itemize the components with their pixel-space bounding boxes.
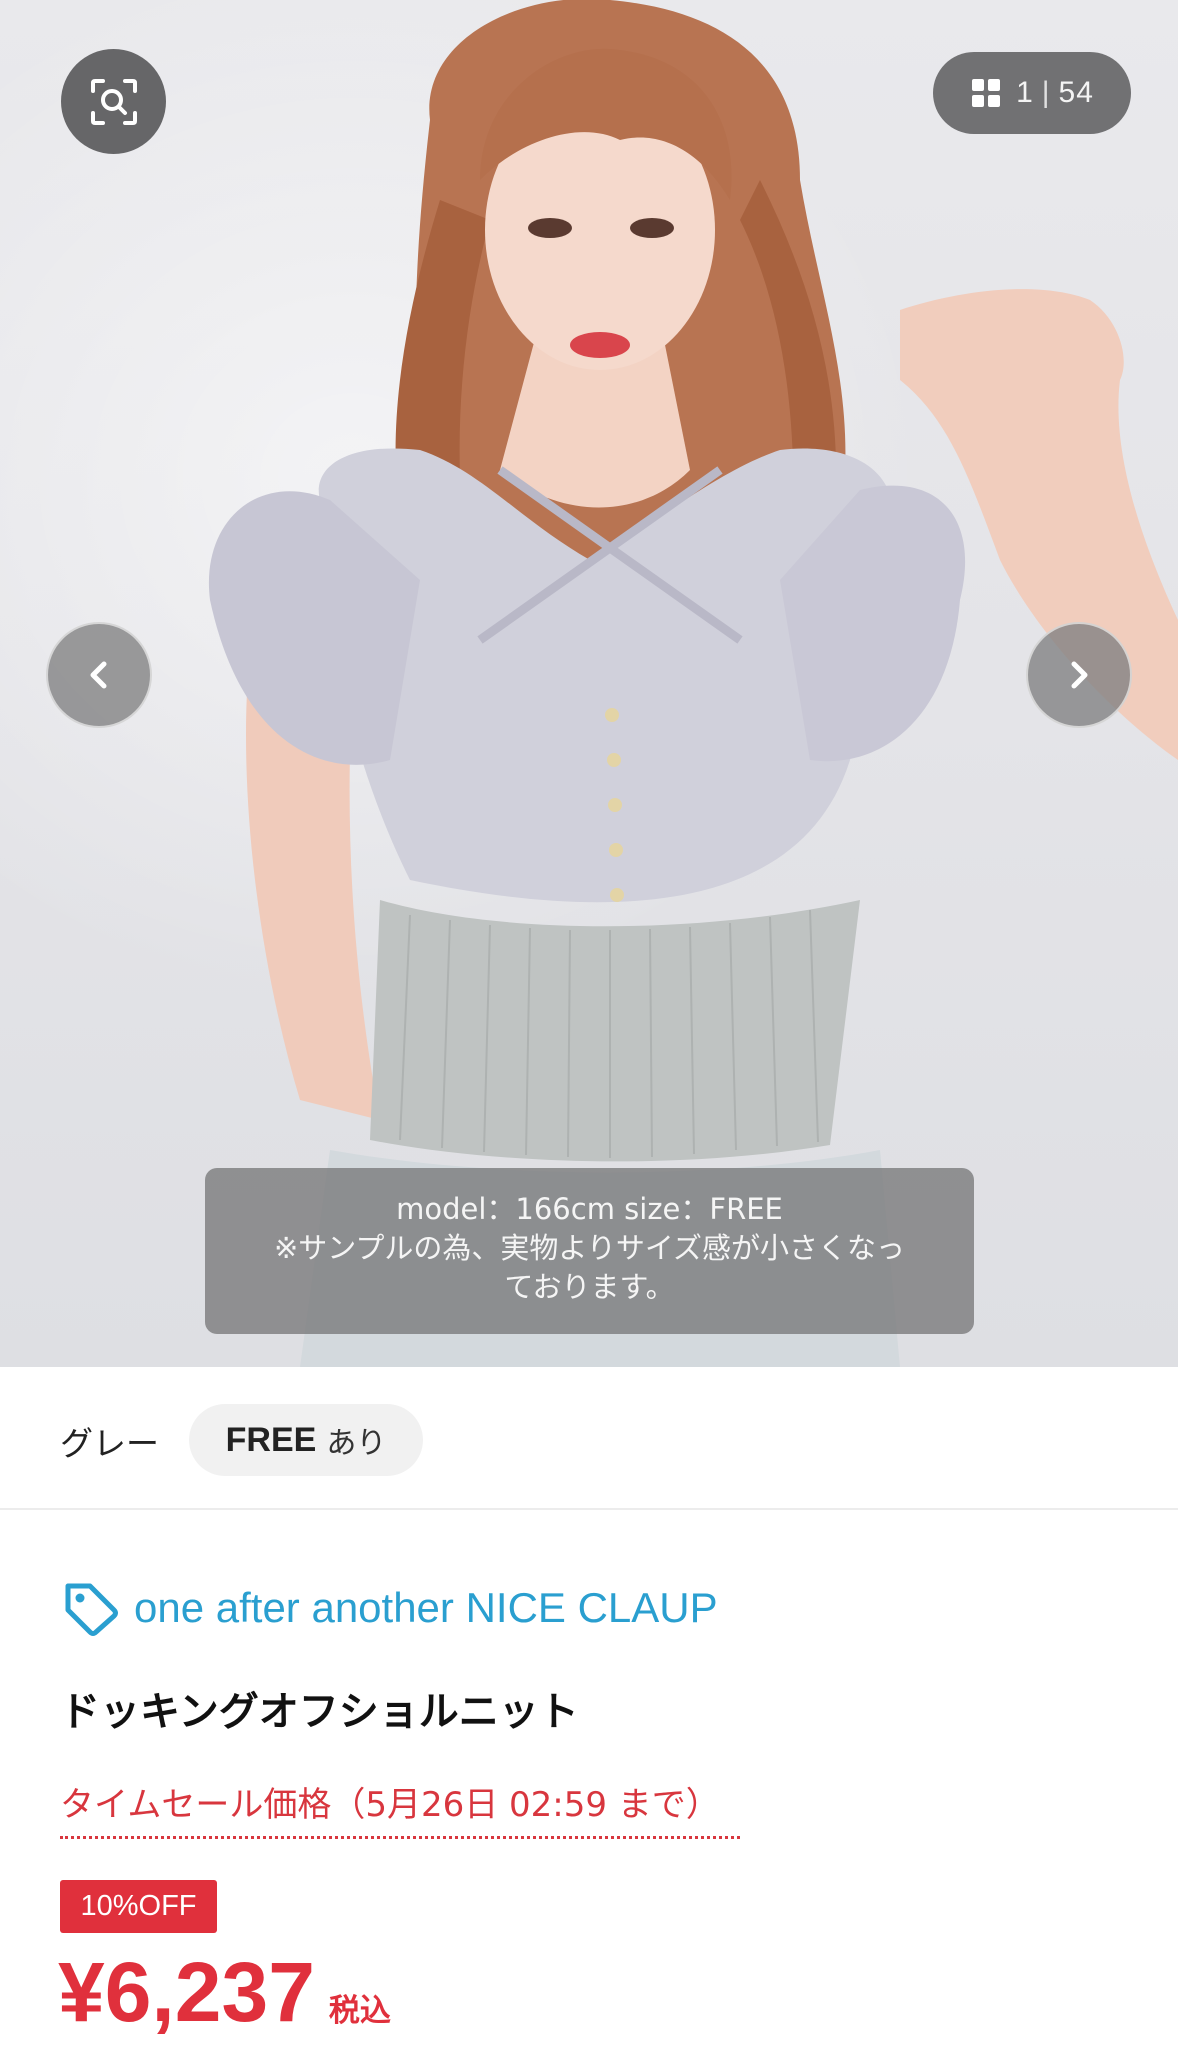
image-search-button[interactable] (61, 49, 166, 154)
image-counter-text: 1 | 54 (1016, 76, 1094, 109)
variant-color-label: グレー (60, 1424, 159, 1463)
model-size-caption: model：166cm size：FREE ※サンプルの為、実物よりサイズ感が小… (205, 1168, 974, 1334)
tax-included-label: 税込 (328, 1993, 391, 2029)
product-price: ¥6,237 (58, 1945, 315, 2039)
price-row: ¥6,237 税込 (58, 1942, 391, 2042)
discount-badge: 10%OFF (60, 1880, 217, 1933)
chevron-right-icon (1071, 661, 1088, 689)
caption-line: ております。 (504, 1270, 675, 1304)
product-image-gallery[interactable]: 1 | 54 model：166cm size：FREE ※サンプルの為、実物よりサ… (0, 0, 1178, 1367)
tag-icon (65, 1583, 118, 1636)
chevron-left-icon (90, 661, 107, 689)
image-counter[interactable]: 1 | 54 (933, 52, 1131, 134)
caption-line: model：166cm size：FREE (396, 1192, 783, 1226)
caption-line: ※サンプルの為、実物よりサイズ感が小さくなっ (274, 1231, 905, 1265)
image-search-icon (90, 78, 137, 125)
stock-status: あり (326, 1426, 387, 1461)
product-title: ドッキングオフショルニット (60, 1689, 579, 1735)
variant-row: グレー FREE あり (0, 1367, 1178, 1510)
size-label: FREE (225, 1420, 317, 1459)
brand-name: one after another NICE CLAUP (134, 1584, 718, 1631)
previous-image-button[interactable] (46, 622, 152, 728)
next-image-button[interactable] (1026, 622, 1132, 728)
brand-link[interactable]: one after another NICE CLAUP (62, 1580, 718, 1636)
product-photo (208, 0, 1178, 1367)
size-stock-chip[interactable]: FREE あり (189, 1404, 423, 1476)
time-sale-label[interactable]: タイムセール価格（5月26日 02:59 まで） (60, 1777, 740, 1839)
grid-icon (972, 79, 1001, 107)
